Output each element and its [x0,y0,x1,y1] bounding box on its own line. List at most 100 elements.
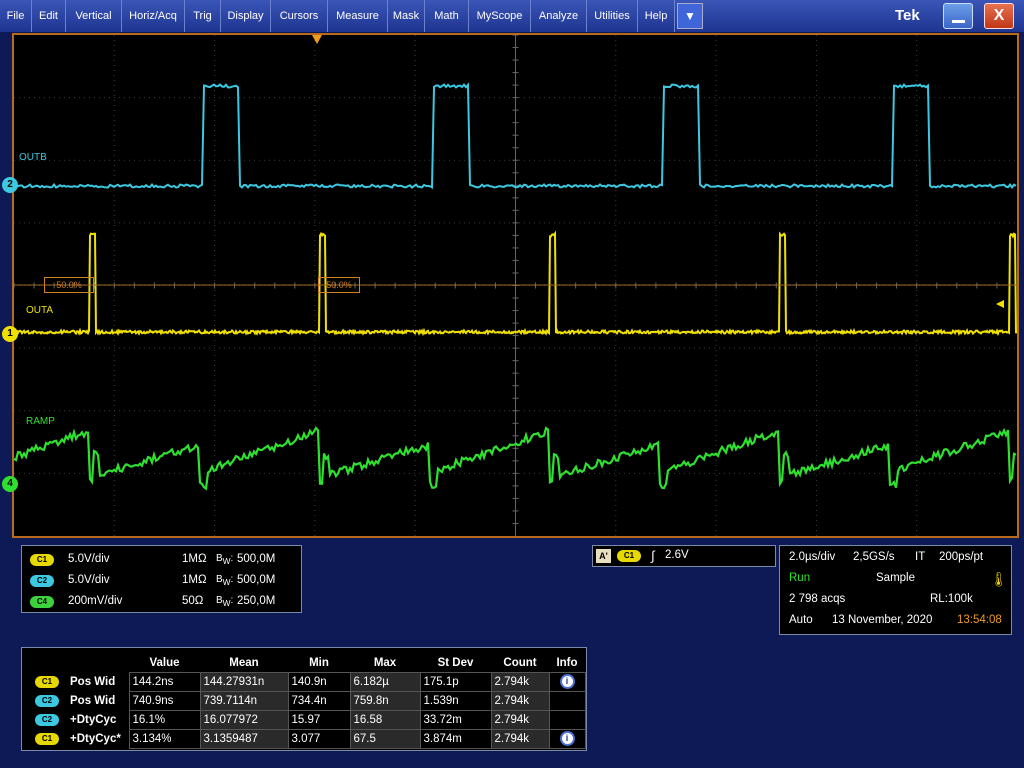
meas-label: Pos Wid [67,672,129,691]
cursor-left-readout[interactable]: 50.0% [44,277,94,293]
header-min: Min [288,654,350,672]
ch2-bandwidth: 500,0M [237,572,275,588]
header-value: Value [129,654,200,672]
graticule [14,35,1017,536]
meas-label: +DtyCyc [67,710,129,729]
info-icon[interactable]: i [560,674,575,689]
ch2-tag: C2 [30,575,54,587]
meas-count: 2.794k [491,710,549,729]
trigger-source-tag: C1 [617,550,641,562]
time: 13:54:08 [957,614,1002,626]
measurement-row[interactable]: C1 +DtyCyc* 3.134% 3.1359487 3.077 67.5 … [27,729,585,748]
menu-vertical[interactable]: Vertical [66,0,122,32]
meas-value: 3.134% [129,729,200,748]
menu-display[interactable]: Display [221,0,271,32]
channel-row[interactable]: C2 5.0V/div 1MΩ BW: 500,0M [30,572,300,588]
timebase: 2.0µs/div [789,551,835,563]
measurement-row[interactable]: C1 Pos Wid 144.2ns 144.27931n 140.9n 6.1… [27,672,585,691]
bandwidth-icon: BW: [216,593,233,611]
menu-trig[interactable]: Trig [185,0,221,32]
meas-max: 16.58 [350,710,420,729]
menu-measure[interactable]: Measure [328,0,388,32]
meas-count: 2.794k [491,729,549,748]
channel-settings-panel: C1 5.0V/div 1MΩ BW: 500,0M C2 5.0V/div 1M… [21,545,302,613]
sample-rate: 2,5GS/s [853,551,895,563]
menu-help[interactable]: Help [638,0,675,32]
trigger-position-marker [312,35,322,44]
meas-value: 144.2ns [129,672,200,691]
bandwidth-icon: BW: [216,572,233,590]
ch4-bandwidth: 250,0M [237,593,275,609]
meas-min: 3.077 [288,729,350,748]
meas-mean: 3.1359487 [200,729,288,748]
header-info: Info [549,654,585,672]
ch1-impedance: 1MΩ [182,551,207,567]
acq-mode-code: IT [915,551,925,563]
waveform-display[interactable]: OUTB OUTA RAMP 50.0% 50.0% [12,33,1019,538]
cursor-right-readout[interactable]: 50.0% [318,277,360,293]
trigger-panel[interactable]: A' C1 ∫ 2.6V [592,545,776,567]
trigger-level: 2.6V [665,549,689,561]
meas-label: +DtyCyc* [67,729,129,748]
tek-logo: Tek [895,7,920,24]
menu-myscope[interactable]: MyScope [469,0,531,32]
meas-min: 15.97 [288,710,350,729]
measurement-row[interactable]: C2 Pos Wid 740.9ns 739.7114n 734.4n 759.… [27,691,585,710]
menu-dropdown-button[interactable]: ▼ [677,3,703,29]
menu-math[interactable]: Math [425,0,469,32]
meas-mean: 739.7114n [200,691,288,710]
measurement-panel[interactable]: Value Mean Min Max St Dev Count Info C1 … [21,647,587,751]
meas-value: 740.9ns [129,691,200,710]
ch4-marker[interactable]: 4 [2,476,18,492]
resolution: 200ps/pt [939,551,983,563]
ch1-marker[interactable]: 1 [2,326,18,342]
menu-cursors[interactable]: Cursors [271,0,328,32]
meas-source-tag: C1 [35,733,59,745]
meas-mean: 144.27931n [200,672,288,691]
meas-max: 67.5 [350,729,420,748]
record-length: RL:100k [930,593,973,605]
menu-mask[interactable]: Mask [388,0,425,32]
acquisition-panel[interactable]: 2.0µs/div 2,5GS/s IT 200ps/pt Run Sample… [779,545,1012,635]
meas-source-tag: C2 [35,714,59,726]
header-count: Count [491,654,549,672]
channel-row[interactable]: C1 5.0V/div 1MΩ BW: 500,0M [30,551,300,567]
ch2-label: OUTB [19,152,47,163]
minimize-button[interactable] [943,3,973,29]
header-mean: Mean [200,654,288,672]
ch1-scale: 5.0V/div [68,551,110,567]
bandwidth-icon: BW: [216,551,233,569]
ch4-tag: C4 [30,596,54,608]
meas-count: 2.794k [491,691,549,710]
channel-row[interactable]: C4 200mV/div 50Ω BW: 250,0M [30,593,300,609]
trigger-mode-tag: A' [596,549,611,563]
ch1-label: OUTA [26,305,53,316]
meas-source-tag: C1 [35,676,59,688]
ch4-label: RAMP [26,416,55,427]
header-max: Max [350,654,420,672]
menu-bar: File Edit Vertical Horiz/Acq Trig Displa… [0,0,1024,32]
menu-analyze[interactable]: Analyze [531,0,587,32]
meas-stdev: 1.539n [420,691,491,710]
measurement-table: Value Mean Min Max St Dev Count Info C1 … [27,654,586,749]
ch1-tag: C1 [30,554,54,566]
thermometer-icon: 🌡 [990,571,1008,588]
measurement-row[interactable]: C2 +DtyCyc 16.1% 16.077972 15.97 16.58 3… [27,710,585,729]
menu-utilities[interactable]: Utilities [587,0,638,32]
meas-count: 2.794k [491,672,549,691]
ch4-impedance: 50Ω [182,593,203,609]
menu-edit[interactable]: Edit [32,0,66,32]
menu-horiz-acq[interactable]: Horiz/Acq [122,0,185,32]
acq-count: 2 798 acqs [789,593,845,605]
menu-file[interactable]: File [0,0,32,32]
measurement-header: Value Mean Min Max St Dev Count Info [27,654,585,672]
meas-source-tag: C2 [35,695,59,707]
trigger-level-marker [996,300,1004,308]
info-icon[interactable]: i [560,731,575,746]
close-button[interactable]: X [984,3,1014,29]
meas-stdev: 3.874m [420,729,491,748]
header-stdev: St Dev [420,654,491,672]
meas-stdev: 175.1p [420,672,491,691]
minimize-icon [952,20,965,23]
ch2-marker[interactable]: 2 [2,177,18,193]
